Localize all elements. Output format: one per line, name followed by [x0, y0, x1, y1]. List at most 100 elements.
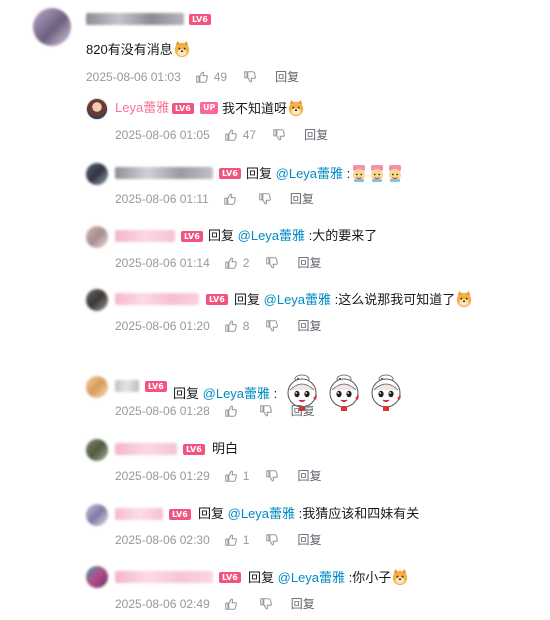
username-blurred[interactable]: [115, 380, 139, 392]
dislike-button[interactable]: [265, 469, 279, 483]
like-button[interactable]: 49: [195, 70, 227, 84]
comment-meta: 2025-08-06 01:11 回复: [115, 192, 314, 206]
username-blurred[interactable]: [115, 167, 213, 179]
comment-7: LV6 明白 2025-08-06 01:29 1 回复: [0, 431, 550, 491]
username-blurred[interactable]: [86, 13, 184, 25]
like-icon: [224, 404, 238, 418]
mention-link[interactable]: @Leya蕾雅: [203, 386, 270, 401]
dislike-button[interactable]: [259, 597, 273, 611]
avatar[interactable]: [86, 504, 108, 526]
like-icon: [224, 256, 238, 270]
reply-button[interactable]: 回复: [297, 469, 321, 483]
reply-button[interactable]: 回复: [290, 192, 314, 206]
comment-4: LV6 回复 @Leya蕾雅 :大的要来了 2025-08-06 01:14 2…: [0, 218, 550, 278]
reply-prefix: 回复: [234, 292, 261, 307]
like-count: 1: [242, 469, 250, 483]
like-button[interactable]: [223, 192, 242, 206]
username-blurred[interactable]: [115, 571, 213, 583]
timestamp: 2025-08-06 01:29: [115, 469, 210, 483]
avatar[interactable]: [86, 226, 108, 248]
like-button[interactable]: [224, 404, 243, 418]
timestamp: 2025-08-06 02:30: [115, 533, 210, 547]
avatar[interactable]: [86, 439, 108, 461]
dislike-icon: [265, 319, 279, 333]
reply-button[interactable]: 回复: [304, 128, 328, 142]
username[interactable]: Leya蕾雅: [115, 100, 169, 116]
mention-link[interactable]: @Leya蕾雅: [238, 228, 305, 243]
comment-meta: 2025-08-06 02:49 回复: [115, 597, 315, 611]
like-icon: [224, 533, 238, 547]
dislike-icon: [258, 192, 272, 206]
dislike-icon: [259, 404, 273, 418]
reply-button[interactable]: 回复: [291, 597, 315, 611]
comment-meta: 2025-08-06 01:03 49 回复: [86, 70, 299, 84]
like-button[interactable]: 2: [224, 256, 250, 270]
level-badge: LV6: [206, 294, 228, 305]
level-badge: LV6: [219, 572, 241, 583]
level-badge: LV6: [145, 381, 167, 392]
reply-prefix: 回复: [198, 506, 225, 521]
timestamp: 2025-08-06 02:49: [115, 597, 210, 611]
avatar[interactable]: [86, 289, 108, 311]
level-badge: LV6: [189, 14, 211, 25]
like-count: 1: [242, 533, 250, 547]
like-button[interactable]: 1: [224, 533, 250, 547]
avatar[interactable]: [86, 376, 108, 398]
comment-text: 回复 @Leya蕾雅 :: [246, 164, 404, 183]
avatar[interactable]: [86, 163, 108, 185]
dislike-button[interactable]: [265, 319, 279, 333]
mention-link[interactable]: @Leya蕾雅: [264, 292, 331, 307]
reply-button[interactable]: 回复: [297, 319, 321, 333]
comment-9: LV6 回复 @Leya蕾雅 :你小子 2025-08-06 02:49 回复: [0, 560, 550, 620]
comment-text: 回复 @Leya蕾雅 :这么说那我可知道了: [234, 290, 473, 309]
like-icon: [224, 128, 238, 142]
like-icon: [223, 192, 237, 206]
like-button[interactable]: 8: [224, 319, 249, 333]
like-button[interactable]: [224, 597, 243, 611]
dislike-button[interactable]: [258, 192, 272, 206]
doge-emoji-icon: [391, 568, 409, 586]
like-count: 2: [242, 256, 250, 270]
mention-link[interactable]: @Leya蕾雅: [278, 570, 345, 585]
username-blurred[interactable]: [115, 230, 175, 242]
sticker-emoji-icon: [368, 164, 386, 182]
level-badge: LV6: [169, 509, 191, 520]
dislike-button[interactable]: [259, 404, 273, 418]
like-icon: [224, 319, 238, 333]
dislike-button[interactable]: [272, 128, 286, 142]
timestamp: 2025-08-06 01:05: [115, 128, 210, 142]
like-count: 47: [242, 128, 257, 142]
comment-text: 我不知道呀: [222, 99, 305, 118]
username-blurred[interactable]: [115, 293, 199, 305]
reply-button[interactable]: 回复: [275, 70, 299, 84]
sticker-emoji-icon: [350, 164, 368, 182]
like-icon: [224, 597, 238, 611]
like-button[interactable]: 47: [224, 128, 256, 142]
comment-meta: 2025-08-06 01:14 2 回复: [115, 256, 321, 270]
avatar[interactable]: [86, 98, 108, 120]
reply-button[interactable]: 回复: [297, 533, 321, 547]
username-blurred[interactable]: [115, 443, 177, 455]
dislike-button[interactable]: [265, 533, 279, 547]
comment-text: 回复 @Leya蕾雅 :你小子: [248, 568, 409, 587]
sticker-emoji-icon: [369, 374, 403, 412]
dislike-button[interactable]: [243, 70, 257, 84]
avatar[interactable]: [86, 566, 108, 588]
like-button[interactable]: 1: [224, 469, 250, 483]
reply-button[interactable]: 回复: [297, 256, 321, 270]
avatar[interactable]: [33, 8, 71, 46]
mention-link[interactable]: @Leya蕾雅: [228, 506, 295, 521]
comment-3: LV6 回复 @Leya蕾雅 : 2025-08-06 01:11 回复: [0, 155, 550, 215]
doge-emoji-icon: [455, 290, 473, 308]
level-badge: LV6: [183, 444, 205, 455]
reply-prefix: 回复: [246, 166, 273, 181]
reply-prefix: 回复: [173, 386, 200, 401]
sticker-emoji-icon: [386, 164, 404, 182]
comment-1: LV6 820有没有消息 2025-08-06 01:03 49 回复: [0, 0, 550, 90]
dislike-icon: [265, 469, 279, 483]
username-blurred[interactable]: [115, 508, 163, 520]
reply-button[interactable]: 回复: [291, 404, 315, 418]
mention-link[interactable]: @Leya蕾雅: [276, 166, 343, 181]
dislike-button[interactable]: [265, 256, 279, 270]
comment-8: LV6 回复 @Leya蕾雅 :我猜应该和四妹有关 2025-08-06 02:…: [0, 496, 550, 556]
